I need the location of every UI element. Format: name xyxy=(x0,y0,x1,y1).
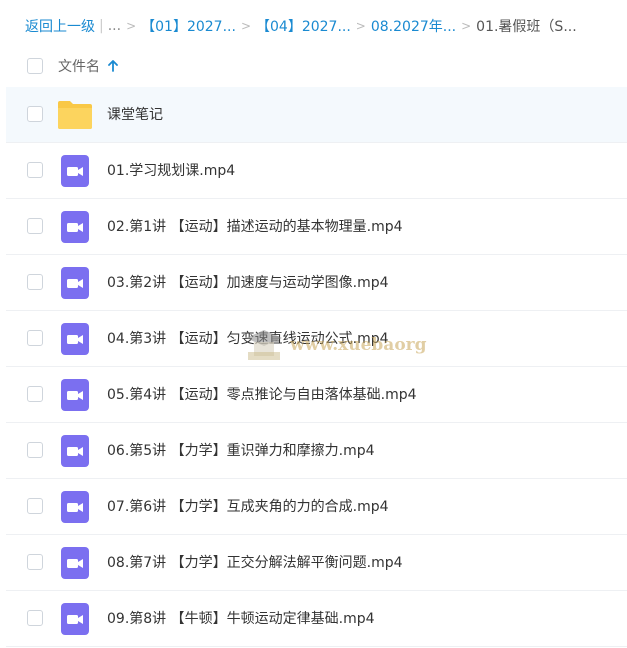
row-checkbox[interactable] xyxy=(27,330,43,346)
file-name[interactable]: 01.学习规划课.mp4 xyxy=(107,143,235,199)
breadcrumb-item-3[interactable]: 08.2027年... xyxy=(371,16,456,36)
chevron-right-icon: > xyxy=(240,19,251,33)
file-row[interactable]: 04.第3讲 【运动】匀变速直线运动公式.mp4 xyxy=(6,311,627,367)
file-row[interactable]: 09.第8讲 【牛顿】牛顿运动定律基础.mp4 xyxy=(6,591,627,647)
breadcrumb-current: 01.暑假班（S... xyxy=(476,19,577,35)
file-row[interactable]: 03.第2讲 【运动】加速度与运动学图像.mp4 xyxy=(6,255,627,311)
video-file-icon xyxy=(61,547,89,579)
arrow-up-icon xyxy=(108,60,118,72)
file-name[interactable]: 04.第3讲 【运动】匀变速直线运动公式.mp4 xyxy=(107,311,389,367)
row-checkbox[interactable] xyxy=(27,162,43,178)
breadcrumb-item-1[interactable]: 【01】2027... xyxy=(141,16,236,36)
file-name[interactable]: 09.第8讲 【牛顿】牛顿运动定律基础.mp4 xyxy=(107,591,375,647)
file-row[interactable]: 06.第5讲 【力学】重识弹力和摩擦力.mp4 xyxy=(6,423,627,479)
row-checkbox[interactable] xyxy=(27,554,43,570)
file-row[interactable]: 07.第6讲 【力学】互成夹角的力的合成.mp4 xyxy=(6,479,627,535)
video-file-icon xyxy=(61,379,89,411)
folder-icon xyxy=(58,101,92,129)
file-list: 课堂笔记 01.学习规划课.mp4 02.第1讲 【运动】描述运动的基本物理量.mp… xyxy=(6,87,627,647)
file-name[interactable]: 06.第5讲 【力学】重识弹力和摩擦力.mp4 xyxy=(107,423,375,479)
file-name[interactable]: 05.第4讲 【运动】零点推论与自由落体基础.mp4 xyxy=(107,367,417,423)
row-checkbox[interactable] xyxy=(27,106,43,122)
video-file-icon xyxy=(61,211,89,243)
video-file-icon xyxy=(61,267,89,299)
file-row[interactable]: 05.第4讲 【运动】零点推论与自由落体基础.mp4 xyxy=(6,367,627,423)
chevron-right-icon: > xyxy=(355,19,366,33)
file-row[interactable]: 02.第1讲 【运动】描述运动的基本物理量.mp4 xyxy=(6,199,627,255)
row-checkbox[interactable] xyxy=(27,442,43,458)
file-row[interactable]: 08.第7讲 【力学】正交分解法解平衡问题.mp4 xyxy=(6,535,627,591)
row-checkbox[interactable] xyxy=(27,386,43,402)
folder-row[interactable]: 课堂笔记 xyxy=(6,87,627,143)
back-link[interactable]: 返回上一级 xyxy=(25,16,95,36)
row-checkbox[interactable] xyxy=(27,610,43,626)
file-name[interactable]: 08.第7讲 【力学】正交分解法解平衡问题.mp4 xyxy=(107,535,403,591)
select-all-checkbox[interactable] xyxy=(27,58,43,74)
video-file-icon xyxy=(61,435,89,467)
list-header: 文件名 xyxy=(0,50,627,82)
breadcrumb: 返回上一级 | ... > 【01】2027... > 【04】2027... … xyxy=(25,16,577,36)
column-name-label: 文件名 xyxy=(58,59,100,75)
breadcrumb-item-2[interactable]: 【04】2027... xyxy=(256,16,351,36)
breadcrumb-divider: | xyxy=(99,18,104,34)
file-name[interactable]: 02.第1讲 【运动】描述运动的基本物理量.mp4 xyxy=(107,199,403,255)
file-name[interactable]: 课堂笔记 xyxy=(107,87,163,143)
breadcrumb-ellipsis[interactable]: ... xyxy=(108,18,121,34)
chevron-right-icon: > xyxy=(126,19,137,33)
video-file-icon xyxy=(61,155,89,187)
video-file-icon xyxy=(61,323,89,355)
file-row[interactable]: 01.学习规划课.mp4 xyxy=(6,143,627,199)
sort-by-name-header[interactable]: 文件名 xyxy=(58,56,118,76)
row-checkbox[interactable] xyxy=(27,274,43,290)
file-name[interactable]: 03.第2讲 【运动】加速度与运动学图像.mp4 xyxy=(107,255,389,311)
video-file-icon xyxy=(61,491,89,523)
video-file-icon xyxy=(61,603,89,635)
chevron-right-icon: > xyxy=(461,19,472,33)
row-checkbox[interactable] xyxy=(27,498,43,514)
file-name[interactable]: 07.第6讲 【力学】互成夹角的力的合成.mp4 xyxy=(107,479,389,535)
row-checkbox[interactable] xyxy=(27,218,43,234)
